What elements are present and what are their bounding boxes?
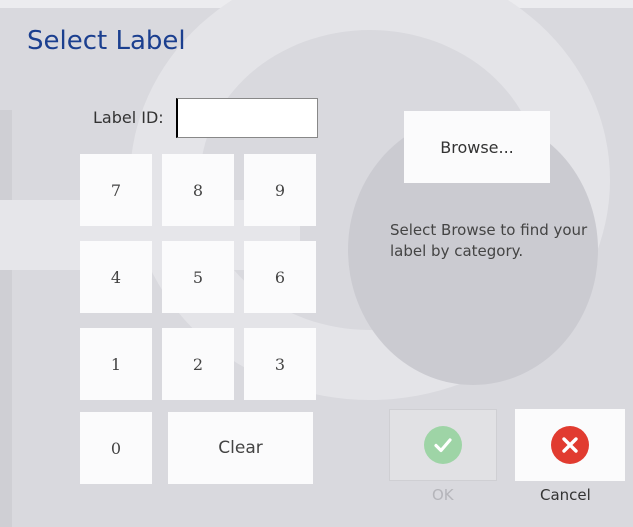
page-title: Select Label	[27, 26, 186, 56]
cancel-button[interactable]	[515, 409, 625, 481]
key-1[interactable]: 1	[80, 328, 152, 400]
label-id-input[interactable]	[176, 98, 318, 138]
browse-hint: Select Browse to find your label by cate…	[390, 221, 588, 260]
checkmark-icon	[424, 426, 462, 464]
key-0[interactable]: 0	[80, 412, 152, 484]
browse-button[interactable]: Browse...	[404, 111, 550, 183]
key-4[interactable]: 4	[80, 241, 152, 313]
key-8[interactable]: 8	[162, 154, 234, 226]
select-label-screen: Select Label Label ID: 7 8 9 4 5 6 1 2 3…	[0, 0, 633, 527]
clear-button[interactable]: Clear	[168, 412, 313, 484]
key-5[interactable]: 5	[162, 241, 234, 313]
key-2[interactable]: 2	[162, 328, 234, 400]
label-id-label: Label ID:	[93, 108, 164, 127]
browse-button-label: Browse...	[440, 137, 514, 157]
x-icon	[551, 426, 589, 464]
key-9[interactable]: 9	[244, 154, 316, 226]
key-3[interactable]: 3	[244, 328, 316, 400]
key-7[interactable]: 7	[80, 154, 152, 226]
background-left-stripe	[0, 110, 12, 527]
key-6[interactable]: 6	[244, 241, 316, 313]
cancel-label: Cancel	[540, 486, 591, 504]
ok-label: OK	[432, 486, 454, 504]
ok-button[interactable]	[389, 409, 497, 481]
